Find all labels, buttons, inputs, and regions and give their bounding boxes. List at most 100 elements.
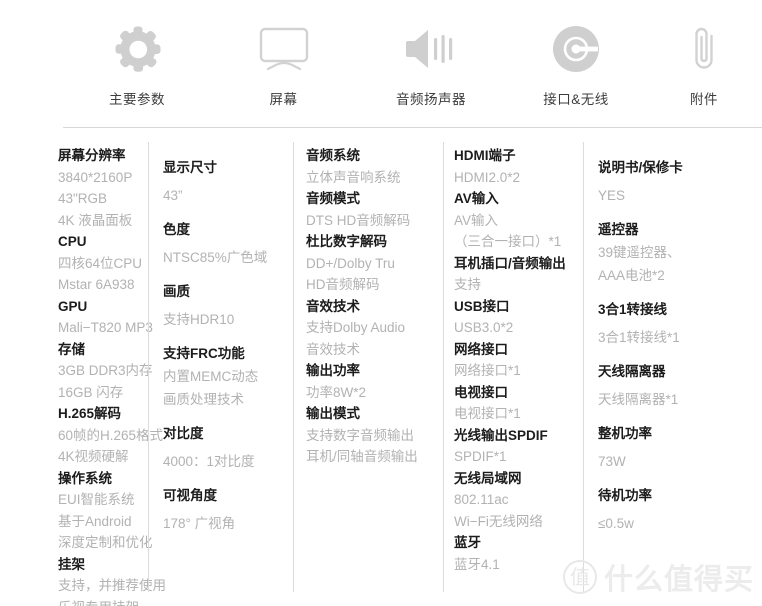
spec-key: 蓝牙 (454, 535, 481, 550)
spec-group: 画质 支持HDR10 (163, 280, 293, 331)
spec-group: CPU 四核64位CPU Mstar 6A938 (58, 231, 148, 296)
spec-group: AV输入 AV输入 （三合一接口）*1 (454, 188, 583, 253)
category-label: 音频扬声器 (396, 92, 466, 107)
spec-key: 说明书/保修卡 (598, 160, 683, 175)
spec-key: 电视接口 (454, 384, 508, 400)
category-accessories[interactable]: 附件 (646, 18, 762, 108)
spec-value: 支持HDR10 (163, 312, 235, 327)
spec-key: 屏幕分辨率 (58, 148, 126, 163)
spec-key: 网络接口 (454, 341, 508, 357)
spec-key: H.265解码 (58, 406, 122, 421)
column-divider (148, 142, 149, 592)
spec-value: ≤0.5w (598, 516, 634, 531)
spec-key: 杜比数字解码 (306, 234, 387, 249)
category-interface-wireless[interactable]: 接口&无线 (506, 18, 646, 108)
disc-port-icon (551, 18, 601, 80)
spec-group: 屏幕分辨率 3840*2160P 43"RGB 4K 液晶面板 (58, 145, 148, 231)
watermark-text: 什么值得买 (603, 564, 754, 596)
spec-value: 音效技术 (306, 341, 360, 357)
spec-value: YES (598, 188, 626, 203)
category-screen[interactable]: 屏幕 (211, 18, 356, 108)
spec-key: 音频系统 (306, 148, 360, 163)
spec-column-audio-speaker: 音频系统 立体声音响系统 音频模式 DTS HD音频解码 杜比数字解码 DD+/… (293, 142, 443, 592)
spec-key: 可视角度 (163, 488, 217, 503)
spec-group: 操作系统 EUI智能系统 基于Android 深度定制和优化 (58, 468, 153, 554)
spec-group: 杜比数字解码 DD+/Dolby Tru HD音频解码 (306, 231, 443, 296)
spec-group: 整机功率 73W (598, 422, 762, 473)
spec-group: 说明书/保修卡 YES (598, 156, 762, 207)
spec-group: 耳机插口/音频输出 支持 (454, 253, 583, 296)
spec-value: 4000：1对比度 (163, 454, 255, 469)
spec-group: 遥控器 39键遥控器、 AAA电池*2 (598, 218, 762, 287)
spec-value: 天线隔离器*1 (598, 392, 679, 407)
spec-group: GPU Mali−T820 MP3 (58, 296, 153, 339)
spec-key: 挂架 (58, 556, 85, 572)
spec-key: 操作系统 (58, 470, 112, 486)
spec-key: 画质 (163, 284, 190, 299)
spec-group: 可视角度 178° 广视角 (163, 484, 293, 535)
spec-key: 整机功率 (598, 426, 652, 441)
spec-value: NTSC85%广色域 (163, 250, 268, 265)
spec-group: 挂架 支持，并推荐使用 乐视专用挂架 (58, 554, 166, 606)
spec-value: 支持 (454, 277, 481, 292)
spec-group: USB接口 USB3.0*2 (454, 296, 583, 339)
spec-group: 电视接口 电视接口*1 (454, 382, 583, 425)
speaker-icon (404, 18, 458, 80)
spec-key: 待机功率 (598, 488, 652, 503)
spec-group: 存储 3GB DDR3内存 16GB 闪存 (58, 339, 153, 404)
spec-key: 无线局域网 (454, 470, 522, 486)
spec-group: 音频模式 DTS HD音频解码 (306, 188, 443, 231)
spec-value: 4K 液晶面板 (58, 212, 133, 228)
spec-value: 43” (163, 188, 183, 203)
spec-value: 网络接口*1 (454, 363, 521, 378)
spec-key: 音频模式 (306, 191, 360, 206)
spec-value: Mali−T820 MP3 (58, 320, 153, 335)
spec-group: 对比度 4000：1对比度 (163, 422, 293, 473)
category-label: 接口&无线 (543, 92, 609, 107)
spec-group: 显示尺寸 43” (163, 156, 293, 207)
category-row: 主要参数 屏幕 音频扬声器 接口&无线 附件 (63, 18, 762, 123)
spec-value: Mstar 6A938 (58, 277, 135, 292)
category-label: 主要参数 (109, 92, 165, 107)
spec-key: 遥控器 (598, 222, 639, 237)
spec-value: 60帧的H.265格式 (58, 427, 164, 443)
category-audio-speaker[interactable]: 音频扬声器 (356, 18, 506, 108)
spec-value: 3840*2160P (58, 169, 133, 185)
spec-key: 耳机插口/音频输出 (454, 255, 566, 271)
spec-key: 音效技术 (306, 298, 360, 314)
spec-value: 立体声音响系统 (306, 169, 401, 185)
spec-value: DD+/Dolby Tru (306, 255, 395, 271)
spec-value: Wi−Fi无线网络 (454, 513, 543, 529)
spec-value: 178° 广视角 (163, 516, 236, 531)
spec-group: H.265解码 60帧的H.265格式 4K视频硬解 (58, 403, 164, 468)
column-divider (293, 142, 294, 592)
spec-value: 电视接口*1 (454, 406, 521, 421)
spec-group: 支持FRC功能 内置MEMC动态 画质处理技术 (163, 342, 293, 411)
spec-key: 天线隔离器 (598, 364, 666, 379)
spec-value: 4K视频硬解 (58, 449, 129, 464)
spec-column-accessories: 说明书/保修卡 YES 遥控器 39键遥控器、 AAA电池*2 3合1转接线 3… (583, 142, 762, 592)
spec-value: （三合一接口）*1 (454, 234, 562, 249)
gear-icon (112, 18, 162, 80)
spec-group: 输出功率 功率8W*2 (306, 360, 443, 403)
spec-key: 显示尺寸 (163, 160, 217, 175)
spec-key: 存储 (58, 341, 85, 357)
header-divider (63, 127, 762, 128)
spec-value: 乐视专用挂架 (58, 597, 148, 606)
spec-value: 四核64位CPU (58, 255, 143, 271)
spec-key: USB接口 (454, 298, 510, 314)
category-main-parameters[interactable]: 主要参数 (63, 18, 211, 108)
spec-key: 色度 (163, 222, 190, 237)
watermark: 值 什么值得买 (562, 556, 754, 598)
spec-value: 39键遥控器、 (598, 245, 681, 260)
spec-value: 基于Android (58, 513, 132, 529)
spec-value: 功率8W*2 (306, 384, 367, 400)
spec-value: 支持，并推荐使用 (58, 578, 166, 593)
paperclip-icon (686, 18, 722, 80)
spec-value: 支持数字音频输出 (306, 427, 414, 443)
spec-column-screen: 显示尺寸 43” 色度 NTSC85%广色域 画质 支持HDR10 支持FRC功… (148, 142, 293, 592)
monitor-icon (256, 18, 312, 80)
spec-value: 802.11ac (454, 492, 509, 507)
spec-value: EUI智能系统 (58, 492, 135, 507)
spec-value: 支持Dolby Audio (306, 320, 406, 335)
